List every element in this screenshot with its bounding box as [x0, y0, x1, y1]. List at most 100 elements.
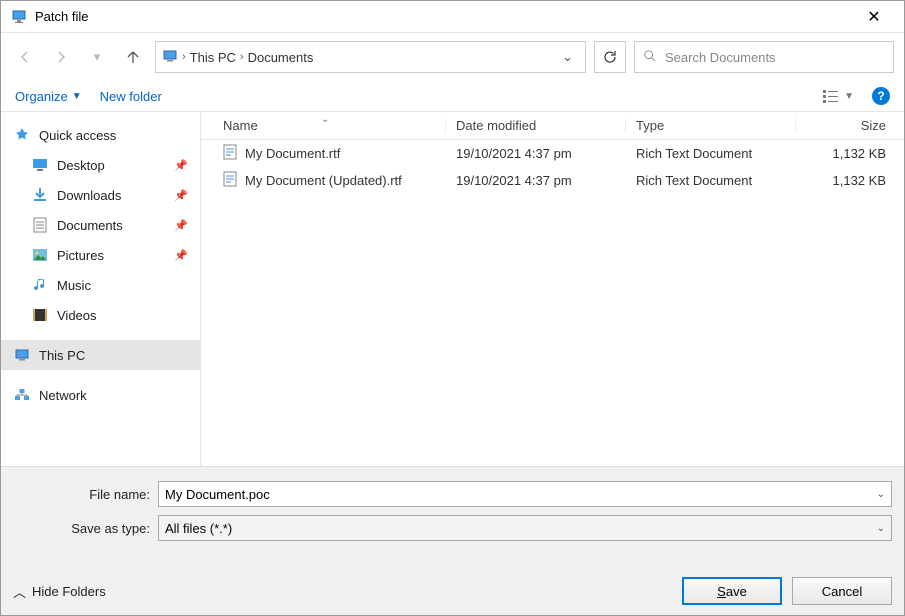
sidebar-item-network[interactable]: Network	[1, 380, 200, 410]
sidebar-item-label: This PC	[39, 348, 85, 363]
close-button[interactable]: ✕	[854, 7, 894, 27]
file-row[interactable]: My Document.rtf 19/10/2021 4:37 pm Rich …	[201, 140, 904, 167]
hide-folders-label: Hide Folders	[32, 584, 106, 599]
pin-icon: 📌	[174, 219, 188, 232]
save-button[interactable]: Save	[682, 577, 782, 605]
footer: File name: My Document.poc ⌄ Save as typ…	[1, 466, 904, 615]
cancel-button[interactable]: Cancel	[792, 577, 892, 605]
network-icon	[13, 386, 31, 404]
pc-icon	[162, 48, 178, 67]
chevron-down-icon[interactable]: ⌄	[877, 523, 885, 534]
cancel-label: Cancel	[822, 584, 862, 599]
filename-input[interactable]: My Document.poc ⌄	[158, 481, 892, 507]
music-icon	[31, 276, 49, 294]
file-list-pane: ⌄ Name Date modified Type Size My Docume…	[201, 112, 904, 466]
file-name: My Document (Updated).rtf	[245, 173, 402, 188]
search-placeholder: Search Documents	[665, 50, 776, 65]
filename-label: File name:	[13, 487, 158, 502]
navigation-pane: Quick access Desktop 📌 Downloads 📌 Docum…	[1, 112, 201, 466]
file-icon	[223, 144, 237, 163]
organize-menu[interactable]: Organize ▼	[15, 89, 82, 104]
sidebar-item-label: Pictures	[57, 248, 104, 263]
sidebar-item-pictures[interactable]: Pictures 📌	[1, 240, 200, 270]
sidebar-item-label: Downloads	[57, 188, 121, 203]
file-size: 1,132 KB	[833, 146, 887, 161]
sidebar-item-quick-access[interactable]: Quick access	[1, 120, 200, 150]
pin-icon: 📌	[174, 159, 188, 172]
column-label: Type	[636, 118, 664, 133]
videos-icon	[31, 306, 49, 324]
file-date: 19/10/2021 4:37 pm	[456, 146, 572, 161]
chevron-right-icon: ›	[240, 51, 244, 63]
toolbar: Organize ▼ New folder ▼ ?	[1, 81, 904, 112]
search-input[interactable]: Search Documents	[634, 41, 894, 73]
desktop-icon	[31, 156, 49, 174]
saveas-label: Save as type:	[13, 521, 158, 536]
forward-button[interactable]	[47, 43, 75, 71]
file-name: My Document.rtf	[245, 146, 340, 161]
sidebar-item-label: Quick access	[39, 128, 116, 143]
sidebar-item-downloads[interactable]: Downloads 📌	[1, 180, 200, 210]
help-button[interactable]: ?	[872, 87, 890, 105]
file-icon	[223, 171, 237, 190]
file-size: 1,132 KB	[833, 173, 887, 188]
documents-icon	[31, 216, 49, 234]
downloads-icon	[31, 186, 49, 204]
saveas-value: All files (*.*)	[165, 521, 871, 536]
column-label: Date modified	[456, 118, 536, 133]
column-date[interactable]: Date modified	[446, 118, 626, 133]
search-icon	[643, 49, 657, 66]
chevron-up-icon: ︿	[13, 582, 26, 601]
new-folder-label: New folder	[100, 89, 162, 104]
saveas-row: Save as type: All files (*.*) ⌄	[13, 515, 892, 541]
breadcrumb-part[interactable]: This PC	[190, 50, 236, 65]
back-button[interactable]	[11, 43, 39, 71]
breadcrumb[interactable]: › This PC › Documents ⌄	[155, 41, 586, 73]
organize-label: Organize	[15, 89, 68, 104]
chevron-down-icon: ▼	[72, 91, 82, 102]
column-size[interactable]: Size	[796, 118, 896, 133]
recent-locations-button[interactable]: ▾	[83, 43, 111, 71]
column-label: Size	[861, 118, 886, 133]
sidebar-item-label: Documents	[57, 218, 123, 233]
view-options-button[interactable]: ▼	[822, 88, 854, 104]
column-type[interactable]: Type	[626, 118, 796, 133]
chevron-right-icon: ›	[182, 51, 186, 63]
main-area: Quick access Desktop 📌 Downloads 📌 Docum…	[1, 112, 904, 466]
filename-row: File name: My Document.poc ⌄	[13, 481, 892, 507]
title-bar: Patch file ✕	[1, 1, 904, 33]
pin-icon: 📌	[174, 189, 188, 202]
app-icon	[11, 9, 27, 25]
pictures-icon	[31, 246, 49, 264]
pc-icon	[13, 346, 31, 364]
window-title: Patch file	[35, 9, 854, 24]
sidebar-item-documents[interactable]: Documents 📌	[1, 210, 200, 240]
refresh-button[interactable]	[594, 41, 626, 73]
address-bar-row: ▾ › This PC › Documents ⌄ Search Documen…	[1, 33, 904, 81]
sidebar-item-desktop[interactable]: Desktop 📌	[1, 150, 200, 180]
file-row[interactable]: My Document (Updated).rtf 19/10/2021 4:3…	[201, 167, 904, 194]
sidebar-item-videos[interactable]: Videos	[1, 300, 200, 330]
chevron-down-icon: ▼	[844, 91, 854, 102]
filename-value: My Document.poc	[165, 487, 871, 502]
button-row: ︿ Hide Folders Save Cancel	[13, 549, 892, 605]
up-button[interactable]	[119, 43, 147, 71]
file-type: Rich Text Document	[636, 173, 752, 188]
breadcrumb-dropdown[interactable]: ⌄	[556, 49, 579, 65]
sidebar-item-label: Videos	[57, 308, 97, 323]
saveas-select[interactable]: All files (*.*) ⌄	[158, 515, 892, 541]
sidebar-item-label: Network	[39, 388, 87, 403]
file-rows: My Document.rtf 19/10/2021 4:37 pm Rich …	[201, 140, 904, 466]
sidebar-item-label: Desktop	[57, 158, 105, 173]
file-date: 19/10/2021 4:37 pm	[456, 173, 572, 188]
chevron-down-icon[interactable]: ⌄	[877, 489, 885, 500]
breadcrumb-part[interactable]: Documents	[248, 50, 314, 65]
pin-icon: 📌	[174, 249, 188, 262]
sort-indicator-icon: ⌄	[321, 114, 329, 125]
sidebar-item-label: Music	[57, 278, 91, 293]
sidebar-item-this-pc[interactable]: This PC	[1, 340, 200, 370]
new-folder-button[interactable]: New folder	[100, 89, 162, 104]
sidebar-item-music[interactable]: Music	[1, 270, 200, 300]
hide-folders-button[interactable]: ︿ Hide Folders	[13, 582, 106, 601]
star-icon	[13, 126, 31, 144]
